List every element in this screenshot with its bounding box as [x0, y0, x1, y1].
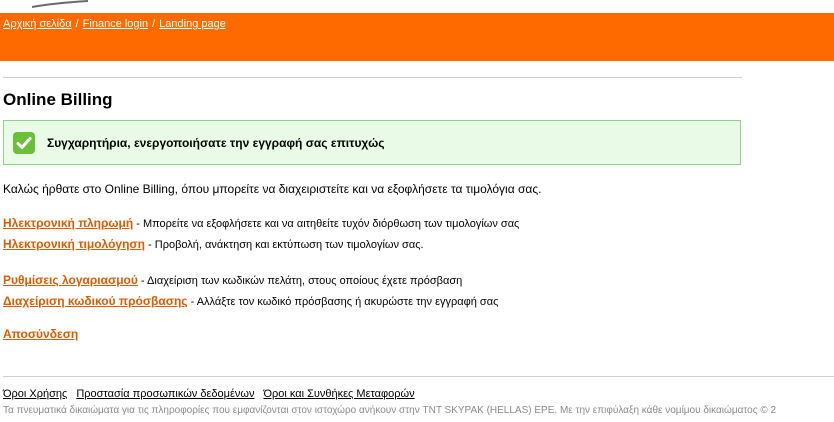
page-title: Online Billing	[3, 90, 113, 109]
link-row-payment: Ηλεκτρονική πληρωμή - Μπορείτε να εξοφλή…	[3, 216, 519, 230]
breadcrumb-separator: /	[75, 18, 79, 30]
link-description: - Μπορείτε να εξοφλήσετε και να αιτηθείτ…	[133, 218, 520, 230]
breadcrumb: Αρχική σελίδα / Finance login / Landing page	[3, 18, 226, 30]
electronic-invoicing-link[interactable]: Ηλεκτρονική τιμολόγηση	[3, 237, 145, 251]
breadcrumb-separator: /	[152, 18, 156, 30]
footer-divider	[3, 376, 834, 377]
welcome-text: Καλώς ήρθατε στο Online Billing, όπου μπ…	[3, 182, 542, 196]
electronic-payment-link[interactable]: Ηλεκτρονική πληρωμή	[3, 216, 133, 230]
success-message-box: Συγχαρητήρια, ενεργοποιήσατε την εγγραφή…	[3, 120, 741, 165]
divider	[3, 77, 742, 78]
logout-link[interactable]: Αποσύνδεση	[3, 327, 78, 341]
success-text: Συγχαρητήρια, ενεργοποιήσατε την εγγραφή…	[47, 136, 385, 150]
top-strip	[0, 0, 834, 13]
link-description: - Προβολή, ανάκτηση και εκτύπωση των τιμ…	[144, 239, 424, 251]
link-row-logout: Αποσύνδεση	[3, 327, 78, 341]
logo-swoosh	[31, 0, 89, 8]
breadcrumb-finance-login[interactable]: Finance login	[83, 18, 148, 30]
breadcrumb-landing-page[interactable]: Landing page	[159, 18, 226, 30]
footer-terms-of-use-link[interactable]: Όροι Χρήσης	[3, 388, 67, 400]
password-management-link[interactable]: Διαχείριση κωδικού πρόσβασης	[3, 294, 188, 308]
footer-privacy-link[interactable]: Προστασία προσωπικών δεδομένων	[76, 388, 254, 400]
account-settings-link[interactable]: Ρυθμίσεις λογαριασμού	[3, 273, 138, 287]
link-description: - Αλλάξτε τον κωδικό πρόσβασης ή ακυρώστ…	[187, 296, 499, 308]
link-description: - Διαχείριση των κωδικών πελάτη, στους ο…	[137, 275, 463, 287]
copyright-text: Τα πνευματικά δικαιώματα για τις πληροφο…	[3, 405, 777, 416]
link-row-invoicing: Ηλεκτρονική τιμολόγηση - Προβολή, ανάκτη…	[3, 237, 424, 251]
breadcrumb-home[interactable]: Αρχική σελίδα	[3, 18, 72, 30]
footer-links: Όροι Χρήσης Προστασία προσωπικών δεδομένω…	[3, 388, 424, 400]
link-row-account-settings: Ρυθμίσεις λογαριασμού - Διαχείριση των κ…	[3, 273, 462, 287]
link-row-password: Διαχείριση κωδικού πρόσβασης - Αλλάξτε τ…	[3, 294, 498, 308]
check-icon	[13, 132, 35, 154]
footer-transport-terms-link[interactable]: Όροι και Συνθήκες Μεταφορών	[263, 388, 414, 400]
